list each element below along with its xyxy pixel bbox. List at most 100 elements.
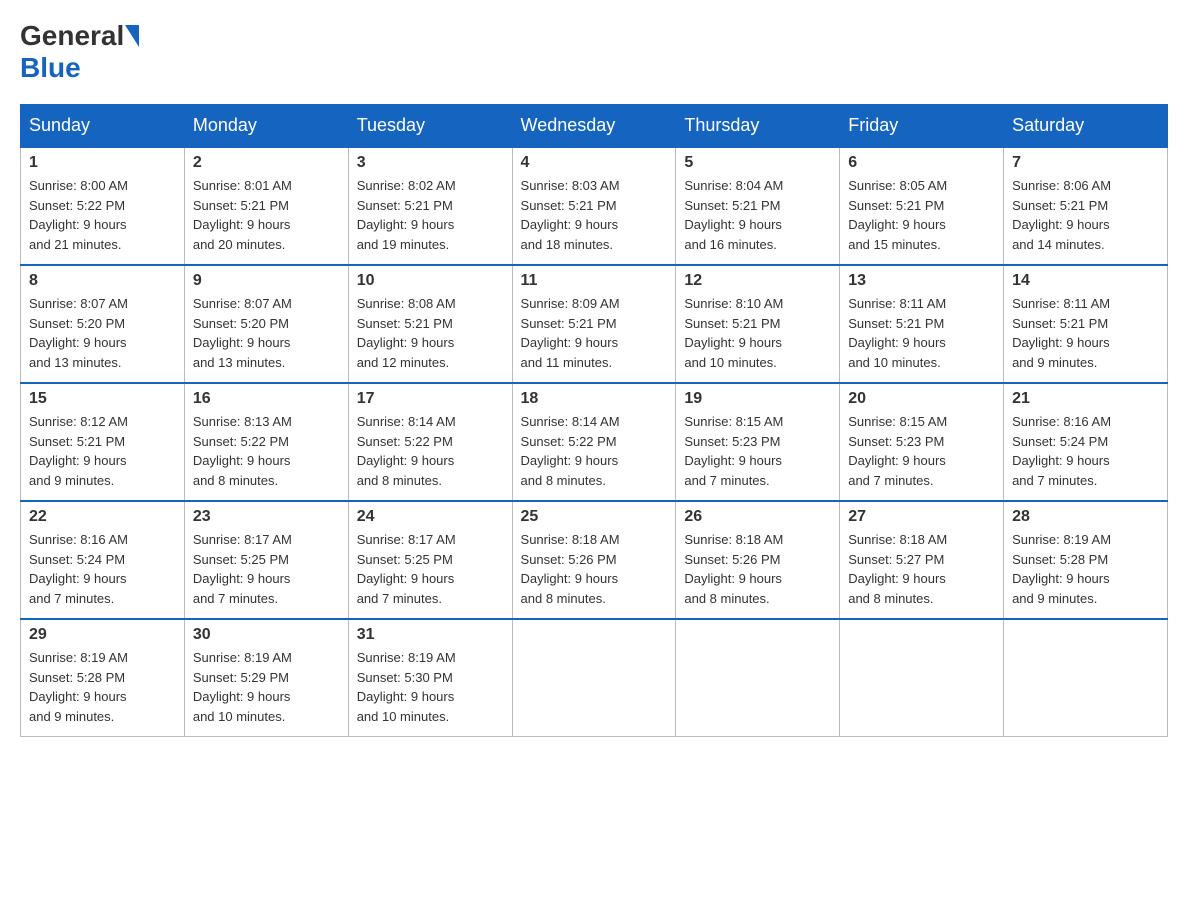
- day-info: Sunrise: 8:05 AMSunset: 5:21 PMDaylight:…: [848, 176, 995, 254]
- calendar-cell: 22 Sunrise: 8:16 AMSunset: 5:24 PMDaylig…: [21, 501, 185, 619]
- day-info: Sunrise: 8:00 AMSunset: 5:22 PMDaylight:…: [29, 176, 176, 254]
- day-number: 13: [848, 272, 995, 290]
- calendar-cell: 3 Sunrise: 8:02 AMSunset: 5:21 PMDayligh…: [348, 147, 512, 265]
- day-number: 8: [29, 272, 176, 290]
- day-info: Sunrise: 8:16 AMSunset: 5:24 PMDaylight:…: [1012, 412, 1159, 490]
- day-info: Sunrise: 8:09 AMSunset: 5:21 PMDaylight:…: [521, 294, 668, 372]
- day-number: 23: [193, 508, 340, 526]
- day-info: Sunrise: 8:18 AMSunset: 5:27 PMDaylight:…: [848, 530, 995, 608]
- day-number: 10: [357, 272, 504, 290]
- calendar-cell: 5 Sunrise: 8:04 AMSunset: 5:21 PMDayligh…: [676, 147, 840, 265]
- weekday-header-sunday: Sunday: [21, 105, 185, 148]
- weekday-header-monday: Monday: [184, 105, 348, 148]
- calendar-cell: 20 Sunrise: 8:15 AMSunset: 5:23 PMDaylig…: [840, 383, 1004, 501]
- day-number: 14: [1012, 272, 1159, 290]
- weekday-header-thursday: Thursday: [676, 105, 840, 148]
- week-row-4: 22 Sunrise: 8:16 AMSunset: 5:24 PMDaylig…: [21, 501, 1168, 619]
- calendar-cell: 26 Sunrise: 8:18 AMSunset: 5:26 PMDaylig…: [676, 501, 840, 619]
- day-number: 11: [521, 272, 668, 290]
- week-row-2: 8 Sunrise: 8:07 AMSunset: 5:20 PMDayligh…: [21, 265, 1168, 383]
- weekday-header-row: SundayMondayTuesdayWednesdayThursdayFrid…: [21, 105, 1168, 148]
- calendar-cell: 13 Sunrise: 8:11 AMSunset: 5:21 PMDaylig…: [840, 265, 1004, 383]
- calendar-cell: 19 Sunrise: 8:15 AMSunset: 5:23 PMDaylig…: [676, 383, 840, 501]
- day-number: 28: [1012, 508, 1159, 526]
- day-info: Sunrise: 8:15 AMSunset: 5:23 PMDaylight:…: [684, 412, 831, 490]
- day-number: 4: [521, 154, 668, 172]
- logo-blue-text: Blue: [20, 52, 81, 84]
- day-info: Sunrise: 8:14 AMSunset: 5:22 PMDaylight:…: [357, 412, 504, 490]
- day-number: 6: [848, 154, 995, 172]
- day-number: 25: [521, 508, 668, 526]
- day-number: 22: [29, 508, 176, 526]
- week-row-3: 15 Sunrise: 8:12 AMSunset: 5:21 PMDaylig…: [21, 383, 1168, 501]
- calendar-table: SundayMondayTuesdayWednesdayThursdayFrid…: [20, 104, 1168, 737]
- weekday-header-wednesday: Wednesday: [512, 105, 676, 148]
- calendar-cell: 17 Sunrise: 8:14 AMSunset: 5:22 PMDaylig…: [348, 383, 512, 501]
- day-info: Sunrise: 8:11 AMSunset: 5:21 PMDaylight:…: [1012, 294, 1159, 372]
- calendar-cell: 16 Sunrise: 8:13 AMSunset: 5:22 PMDaylig…: [184, 383, 348, 501]
- logo-general-text: General: [20, 20, 124, 52]
- calendar-cell: 29 Sunrise: 8:19 AMSunset: 5:28 PMDaylig…: [21, 619, 185, 737]
- calendar-cell: 7 Sunrise: 8:06 AMSunset: 5:21 PMDayligh…: [1004, 147, 1168, 265]
- calendar-cell: 28 Sunrise: 8:19 AMSunset: 5:28 PMDaylig…: [1004, 501, 1168, 619]
- day-number: 31: [357, 626, 504, 644]
- day-number: 3: [357, 154, 504, 172]
- day-info: Sunrise: 8:01 AMSunset: 5:21 PMDaylight:…: [193, 176, 340, 254]
- day-info: Sunrise: 8:12 AMSunset: 5:21 PMDaylight:…: [29, 412, 176, 490]
- logo-arrow-icon: [125, 25, 139, 47]
- calendar-cell: 9 Sunrise: 8:07 AMSunset: 5:20 PMDayligh…: [184, 265, 348, 383]
- day-info: Sunrise: 8:14 AMSunset: 5:22 PMDaylight:…: [521, 412, 668, 490]
- day-info: Sunrise: 8:02 AMSunset: 5:21 PMDaylight:…: [357, 176, 504, 254]
- day-number: 12: [684, 272, 831, 290]
- day-info: Sunrise: 8:03 AMSunset: 5:21 PMDaylight:…: [521, 176, 668, 254]
- calendar-cell: 21 Sunrise: 8:16 AMSunset: 5:24 PMDaylig…: [1004, 383, 1168, 501]
- day-number: 17: [357, 390, 504, 408]
- day-info: Sunrise: 8:16 AMSunset: 5:24 PMDaylight:…: [29, 530, 176, 608]
- calendar-cell: 27 Sunrise: 8:18 AMSunset: 5:27 PMDaylig…: [840, 501, 1004, 619]
- day-info: Sunrise: 8:19 AMSunset: 5:28 PMDaylight:…: [29, 648, 176, 726]
- calendar-cell: 30 Sunrise: 8:19 AMSunset: 5:29 PMDaylig…: [184, 619, 348, 737]
- calendar-cell: 23 Sunrise: 8:17 AMSunset: 5:25 PMDaylig…: [184, 501, 348, 619]
- logo: General Blue: [20, 20, 140, 84]
- day-info: Sunrise: 8:17 AMSunset: 5:25 PMDaylight:…: [193, 530, 340, 608]
- day-number: 18: [521, 390, 668, 408]
- day-info: Sunrise: 8:19 AMSunset: 5:28 PMDaylight:…: [1012, 530, 1159, 608]
- calendar-cell: 6 Sunrise: 8:05 AMSunset: 5:21 PMDayligh…: [840, 147, 1004, 265]
- day-info: Sunrise: 8:18 AMSunset: 5:26 PMDaylight:…: [684, 530, 831, 608]
- calendar-cell: [512, 619, 676, 737]
- weekday-header-tuesday: Tuesday: [348, 105, 512, 148]
- day-number: 21: [1012, 390, 1159, 408]
- day-number: 16: [193, 390, 340, 408]
- day-number: 15: [29, 390, 176, 408]
- calendar-cell: 8 Sunrise: 8:07 AMSunset: 5:20 PMDayligh…: [21, 265, 185, 383]
- calendar-cell: 12 Sunrise: 8:10 AMSunset: 5:21 PMDaylig…: [676, 265, 840, 383]
- day-info: Sunrise: 8:08 AMSunset: 5:21 PMDaylight:…: [357, 294, 504, 372]
- day-number: 29: [29, 626, 176, 644]
- day-number: 20: [848, 390, 995, 408]
- week-row-5: 29 Sunrise: 8:19 AMSunset: 5:28 PMDaylig…: [21, 619, 1168, 737]
- day-info: Sunrise: 8:19 AMSunset: 5:30 PMDaylight:…: [357, 648, 504, 726]
- day-number: 26: [684, 508, 831, 526]
- calendar-cell: 10 Sunrise: 8:08 AMSunset: 5:21 PMDaylig…: [348, 265, 512, 383]
- day-info: Sunrise: 8:06 AMSunset: 5:21 PMDaylight:…: [1012, 176, 1159, 254]
- day-info: Sunrise: 8:15 AMSunset: 5:23 PMDaylight:…: [848, 412, 995, 490]
- day-number: 7: [1012, 154, 1159, 172]
- weekday-header-friday: Friday: [840, 105, 1004, 148]
- calendar-cell: 4 Sunrise: 8:03 AMSunset: 5:21 PMDayligh…: [512, 147, 676, 265]
- weekday-header-saturday: Saturday: [1004, 105, 1168, 148]
- day-info: Sunrise: 8:07 AMSunset: 5:20 PMDaylight:…: [193, 294, 340, 372]
- day-info: Sunrise: 8:07 AMSunset: 5:20 PMDaylight:…: [29, 294, 176, 372]
- day-number: 30: [193, 626, 340, 644]
- day-info: Sunrise: 8:17 AMSunset: 5:25 PMDaylight:…: [357, 530, 504, 608]
- day-number: 1: [29, 154, 176, 172]
- calendar-cell: 11 Sunrise: 8:09 AMSunset: 5:21 PMDaylig…: [512, 265, 676, 383]
- day-info: Sunrise: 8:10 AMSunset: 5:21 PMDaylight:…: [684, 294, 831, 372]
- week-row-1: 1 Sunrise: 8:00 AMSunset: 5:22 PMDayligh…: [21, 147, 1168, 265]
- day-number: 2: [193, 154, 340, 172]
- calendar-cell: [1004, 619, 1168, 737]
- calendar-cell: 24 Sunrise: 8:17 AMSunset: 5:25 PMDaylig…: [348, 501, 512, 619]
- calendar-cell: 25 Sunrise: 8:18 AMSunset: 5:26 PMDaylig…: [512, 501, 676, 619]
- day-info: Sunrise: 8:11 AMSunset: 5:21 PMDaylight:…: [848, 294, 995, 372]
- day-number: 5: [684, 154, 831, 172]
- day-number: 9: [193, 272, 340, 290]
